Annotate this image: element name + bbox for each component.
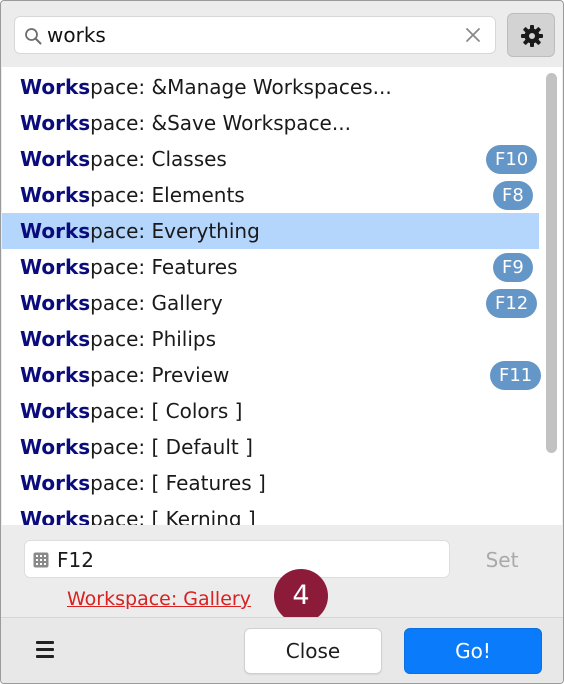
result-row[interactable]: Workspace: [ Default ] [2, 429, 539, 465]
result-label: Workspace: Features [20, 255, 238, 279]
shortcut-badge: F11 [490, 361, 542, 390]
result-row[interactable]: Workspace: Features F9 [2, 249, 539, 285]
result-label: Workspace: [ Kerning ] [20, 507, 256, 525]
close-button[interactable]: Close [244, 628, 382, 674]
result-row[interactable]: Workspace: [ Features ] [2, 465, 539, 501]
shortcut-badge: F12 [486, 289, 538, 318]
result-row[interactable]: Workspace: Elements F8 [2, 177, 539, 213]
settings-button[interactable] [507, 13, 555, 57]
hamburger-menu-icon[interactable] [36, 641, 56, 659]
search-icon [25, 28, 42, 45]
search-box[interactable] [14, 16, 496, 54]
result-label: Workspace: &Save Workspace... [20, 111, 351, 135]
results-scrollbar[interactable] [543, 67, 562, 525]
shortcut-field[interactable]: F12 [24, 540, 450, 578]
results-list: Workspace: &Manage Workspaces... Workspa… [2, 67, 562, 525]
result-row[interactable]: Workspace: [ Kerning ] [2, 501, 539, 525]
shortcut-badge: F8 [493, 181, 533, 210]
clear-search-icon[interactable] [464, 26, 482, 44]
result-row[interactable]: Workspace: Preview F11 [2, 357, 542, 393]
result-row[interactable]: Workspace: Classes F10 [2, 141, 539, 177]
result-label: Workspace: [ Features ] [20, 471, 266, 495]
set-button[interactable]: Set [471, 545, 533, 575]
result-label: Workspace: Elements [20, 183, 245, 207]
result-row-selected[interactable]: Workspace: Everything [2, 213, 539, 249]
result-row[interactable]: Workspace: Gallery F12 [2, 285, 539, 321]
result-label: Workspace: Gallery [20, 291, 223, 315]
gear-icon [521, 25, 543, 47]
shortcut-badge: F9 [493, 253, 533, 282]
result-row[interactable]: Workspace: &Save Workspace... [2, 105, 539, 141]
result-label: Workspace: [ Default ] [20, 435, 253, 459]
result-label: Workspace: Everything [20, 219, 260, 243]
conflict-link[interactable]: Workspace: Gallery [67, 588, 251, 610]
result-row[interactable]: Workspace: [ Colors ] [2, 393, 539, 429]
search-input[interactable] [47, 21, 447, 49]
command-palette-window: Workspace: &Manage Workspaces... Workspa… [0, 0, 564, 684]
result-row[interactable]: Workspace: &Manage Workspaces... [2, 69, 539, 105]
scrollbar-thumb[interactable] [546, 73, 557, 453]
go-button[interactable]: Go! [404, 628, 542, 674]
shortcut-badge: F10 [486, 145, 538, 174]
result-label: Workspace: Preview [20, 363, 230, 387]
keyboard-icon [33, 552, 49, 568]
result-label: Workspace: Classes [20, 147, 227, 171]
result-label: Workspace: &Manage Workspaces... [20, 75, 392, 99]
step-number-badge: 4 [274, 569, 328, 623]
result-label: Workspace: [ Colors ] [20, 399, 243, 423]
shortcut-value: F12 [57, 548, 94, 572]
result-label: Workspace: Philips [20, 327, 217, 351]
result-row[interactable]: Workspace: Philips [2, 321, 539, 357]
